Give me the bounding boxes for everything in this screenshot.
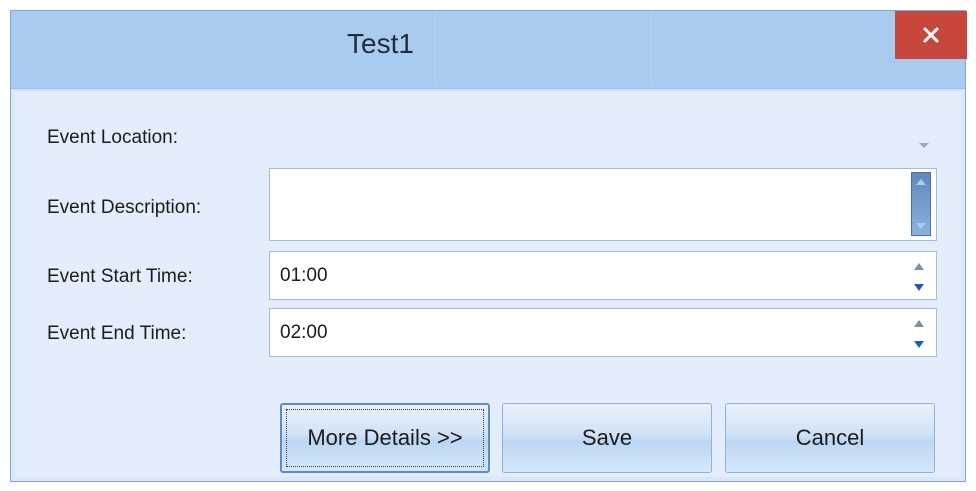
start-time-spinner[interactable] bbox=[914, 263, 924, 291]
event-description-field[interactable] bbox=[269, 168, 937, 241]
event-location-dropdown-icon[interactable] bbox=[919, 143, 929, 148]
save-label: Save bbox=[581, 425, 633, 450]
event-start-time-field[interactable]: 01:00 bbox=[269, 251, 937, 300]
close-icon bbox=[923, 27, 939, 43]
save-button[interactable]: Save bbox=[502, 403, 712, 473]
dialog-window: Test1 Event Location: Event Description:… bbox=[10, 10, 967, 482]
spin-up-icon[interactable] bbox=[914, 263, 924, 270]
event-end-time-value: 02:00 bbox=[280, 322, 328, 343]
spin-down-icon[interactable] bbox=[914, 284, 924, 291]
event-end-time-field[interactable]: 02:00 bbox=[269, 308, 937, 357]
cancel-label: Cancel bbox=[795, 425, 865, 450]
description-scrollbar[interactable] bbox=[911, 172, 931, 236]
event-end-time-label: Event End Time: bbox=[47, 323, 187, 344]
spin-down-icon[interactable] bbox=[914, 341, 924, 348]
end-time-spinner[interactable] bbox=[914, 320, 924, 348]
cancel-button[interactable]: Cancel bbox=[725, 403, 935, 473]
window-title: Test1 bbox=[347, 28, 414, 59]
event-start-time-label: Event Start Time: bbox=[47, 266, 193, 287]
event-description-label: Event Description: bbox=[47, 197, 202, 218]
event-start-time-value: 01:00 bbox=[280, 265, 328, 286]
more-details-button[interactable]: More Details >> bbox=[280, 403, 490, 473]
event-location-label: Event Location: bbox=[47, 127, 178, 148]
spin-up-icon[interactable] bbox=[914, 320, 924, 327]
title-bar[interactable]: Test1 bbox=[11, 11, 967, 89]
scroll-down-icon[interactable] bbox=[916, 223, 926, 229]
close-button[interactable] bbox=[895, 11, 967, 59]
title-bar-divider bbox=[651, 11, 652, 87]
scroll-up-icon[interactable] bbox=[916, 179, 926, 185]
focus-indicator bbox=[286, 409, 484, 467]
title-bar-divider bbox=[435, 11, 436, 87]
